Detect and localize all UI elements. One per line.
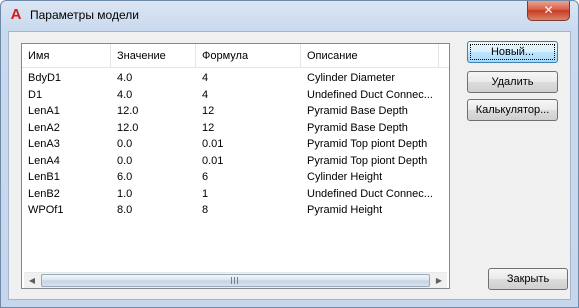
cell-description: Undefined Duct Connec... [307,187,433,200]
cell-description: Pyramid Base Depth [307,105,408,117]
autocad-logo-icon: A [10,6,22,23]
cell-formula: 4 [202,72,209,84]
cell-name: LenA4 [28,154,60,167]
cell-value: 6.0 [117,171,133,183]
list-rows: BdyD1 4.0 4 Cylinder Diameter D1 4.0 4 U… [22,70,449,219]
cell-description: Pyramid Base Depth [307,121,408,134]
cell-value: 0.0 [117,138,133,150]
cell-value: 0.0 [117,154,133,167]
cell-formula: 8 [202,204,209,216]
list-row[interactable]: D1 4.0 4 Undefined Duct Connec... [22,87,449,104]
list-row[interactable]: LenA4 0.0 0.01 Pyramid Top piont Depth [22,153,449,170]
cell-formula: 4 [202,88,209,101]
cell-name: BdyD1 [28,72,62,84]
cell-description: Undefined Duct Connec... [307,88,433,101]
list-row[interactable]: LenA3 0.0 0.01 Pyramid Top piont Depth [22,136,449,153]
cell-name: WPOf1 [28,204,64,216]
parameters-list[interactable]: Имя Значение Формула Описание BdyD1 4.0 … [21,43,450,289]
cell-name: LenA2 [28,121,60,134]
calculator-button[interactable]: Калькулятор... [467,99,558,121]
delete-button[interactable]: Удалить [467,71,558,93]
column-header-formula[interactable]: Формула [196,44,301,68]
cell-description: Pyramid Top piont Depth [307,138,428,150]
new-button[interactable]: Новый... [467,41,558,63]
list-row[interactable]: LenB1 6.0 6 Cylinder Height [22,169,449,186]
cell-formula: 12 [202,105,215,117]
list-row[interactable]: LenB2 1.0 1 Undefined Duct Connec... [22,186,449,203]
column-header-value[interactable]: Значение [111,44,196,68]
scroll-right-arrow-icon[interactable]: ▶ [431,274,447,288]
cell-value: 4.0 [117,88,133,101]
cell-formula: 1 [202,187,209,200]
cell-value: 12.0 [117,105,139,117]
cell-description: Cylinder Diameter [307,72,396,84]
cell-name: LenB1 [28,171,60,183]
cell-formula: 6 [202,171,209,183]
column-header-name[interactable]: Имя [22,44,111,68]
title-bar[interactable]: A Параметры модели ✕ [1,1,578,31]
horizontal-scrollbar[interactable]: ◀ ▶ [24,272,447,288]
cell-value: 12.0 [117,121,139,134]
dialog-content: Имя Значение Формула Описание BdyD1 4.0 … [8,31,571,300]
scroll-left-arrow-icon[interactable]: ◀ [24,274,40,288]
list-row[interactable]: LenA2 12.0 12 Pyramid Base Depth [22,120,449,137]
close-button[interactable]: Закрыть [488,268,568,290]
cell-formula: 0.01 [202,154,224,167]
cell-name: LenA3 [28,138,60,150]
cell-value: 4.0 [117,72,133,84]
cell-formula: 0.01 [202,138,224,150]
cell-description: Pyramid Top piont Depth [307,154,428,167]
cell-value: 1.0 [117,187,133,200]
scrollbar-thumb[interactable] [41,274,430,287]
cell-value: 8.0 [117,204,133,216]
cell-name: LenB2 [28,187,60,200]
list-row[interactable]: LenA1 12.0 12 Pyramid Base Depth [22,103,449,120]
cell-description: Cylinder Height [307,171,383,183]
list-row[interactable]: BdyD1 4.0 4 Cylinder Diameter [22,70,449,87]
column-header-description[interactable]: Описание [301,44,439,68]
cell-name: LenA1 [28,105,60,117]
list-row[interactable]: WPOf1 8.0 8 Pyramid Height [22,202,449,219]
window-title: Параметры модели [30,8,139,22]
cell-name: D1 [28,88,43,101]
list-header: Имя Значение Формула Описание [22,44,449,68]
scrollbar-grip-icon [231,277,239,284]
dialog-window: A Параметры модели ✕ Имя Значение Формул… [0,0,579,308]
close-window-button[interactable]: ✕ [527,1,570,21]
cell-formula: 12 [202,121,215,134]
cell-description: Pyramid Height [307,204,383,216]
